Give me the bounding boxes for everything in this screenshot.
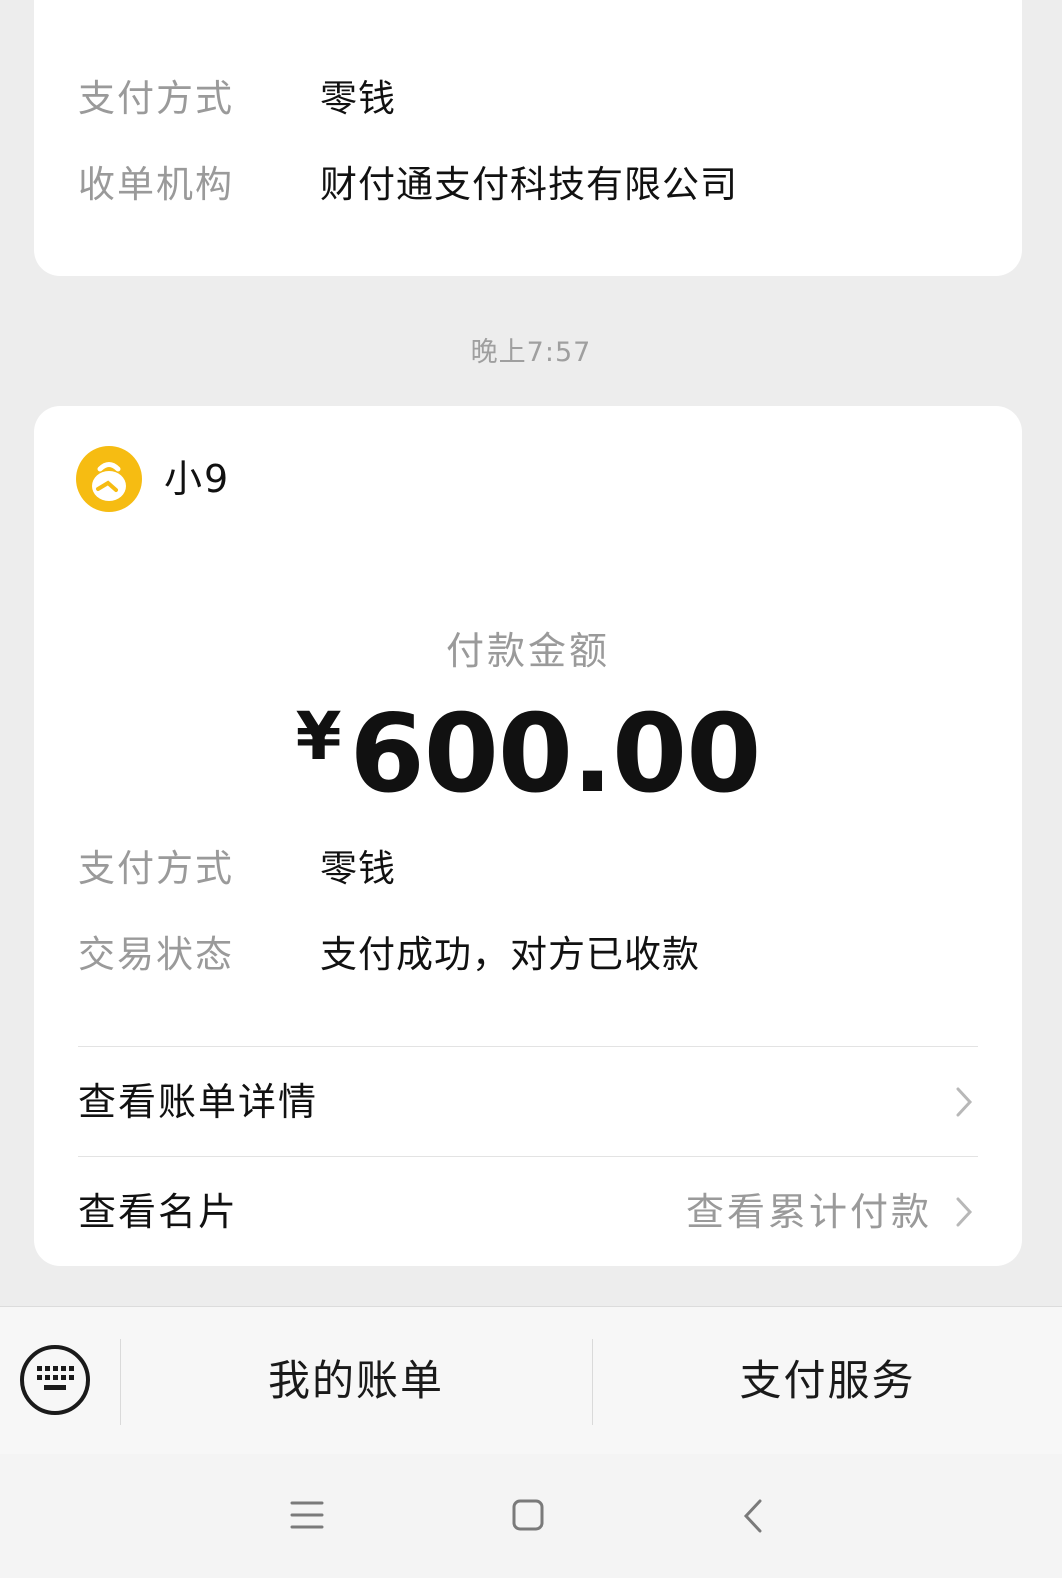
chevron-right-icon (956, 1197, 973, 1227)
view-bill-details-label: 查看账单详情 (78, 1080, 319, 1124)
payment-method-value: 零钱 (320, 77, 396, 120)
previous-payment-card: 支付方式 零钱 收单机构 财付通支付科技有限公司 (34, 0, 1022, 276)
home-icon[interactable] (511, 1498, 545, 1532)
transaction-status-row: 交易状态 支付成功，对方已收款 (78, 930, 978, 980)
bottom-menu-bar: 我的账单 支付服务 (0, 1306, 1062, 1454)
divider (78, 1156, 978, 1157)
keyboard-toggle-button[interactable] (20, 1345, 90, 1415)
chevron-right-icon (956, 1087, 973, 1117)
payment-method-value: 零钱 (320, 847, 396, 890)
menu-icon[interactable] (290, 1500, 324, 1530)
amount-label: 付款金额 (445, 629, 610, 673)
merchant-name: 小9 (164, 457, 231, 501)
back-icon[interactable] (740, 1498, 766, 1534)
payment-card[interactable]: 小9 付款金额 ¥600.00 支付方式 零钱 交易状态 支付成功，对方已收款 … (34, 406, 1022, 1266)
payment-amount: ¥600.00 (34, 692, 1022, 817)
transaction-status-label: 交易状态 (78, 933, 234, 976)
amount-value: 600.00 (349, 692, 762, 817)
message-timestamp: 晚上7:57 (470, 337, 592, 368)
acquirer-label: 收单机构 (78, 163, 234, 206)
payment-method-row: 支付方式 零钱 (78, 844, 978, 894)
acquirer-row: 收单机构 财付通支付科技有限公司 (78, 160, 978, 210)
view-business-card-label: 查看名片 (78, 1190, 239, 1234)
view-business-card-link[interactable]: 查看名片 查看累计付款 (78, 1182, 978, 1242)
view-bill-details-link[interactable]: 查看账单详情 (78, 1072, 978, 1132)
payment-method-label: 支付方式 (78, 847, 234, 890)
currency-symbol: ¥ (295, 698, 342, 775)
system-navigation-bar (0, 1454, 1062, 1578)
view-cumulative-payments-link[interactable]: 查看累计付款 (686, 1182, 932, 1242)
menu-my-bills[interactable]: 我的账单 (121, 1351, 591, 1411)
payment-method-label: 支付方式 (78, 77, 234, 120)
menu-payment-services[interactable]: 支付服务 (593, 1351, 1062, 1411)
divider (78, 1046, 978, 1047)
acquirer-value: 财付通支付科技有限公司 (320, 163, 738, 206)
keyboard-icon (37, 1366, 74, 1390)
merchant-avatar-icon (76, 446, 142, 512)
transaction-status-value: 支付成功，对方已收款 (320, 933, 700, 976)
payment-method-row: 支付方式 零钱 (78, 74, 978, 124)
